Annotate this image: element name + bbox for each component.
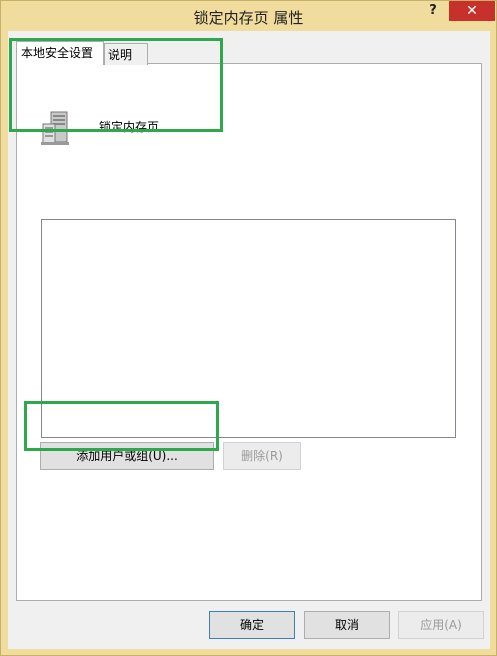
add-user-or-group-button[interactable]: 添加用户或组(U)... bbox=[40, 442, 214, 470]
server-icon bbox=[41, 111, 69, 145]
ok-button[interactable]: 确定 bbox=[209, 611, 295, 639]
tab-explain[interactable]: 说明 bbox=[104, 43, 148, 65]
dialog-client-area: 锁定内存页 添加用户或组(U)... 删除(R) 本地安全设置 说明 确定 取消… bbox=[8, 31, 490, 649]
tab-panel-local-security: 锁定内存页 添加用户或组(U)... 删除(R) bbox=[16, 63, 482, 601]
close-button[interactable]: ✕ bbox=[449, 1, 495, 21]
members-list[interactable] bbox=[41, 219, 456, 438]
cancel-button[interactable]: 取消 bbox=[304, 611, 390, 639]
remove-button[interactable]: 删除(R) bbox=[223, 442, 301, 470]
tab-local-security-setting[interactable]: 本地安全设置 bbox=[16, 41, 104, 65]
apply-button[interactable]: 应用(A) bbox=[398, 611, 484, 639]
properties-dialog: 锁定内存页 属性 ? ✕ 锁定内存页 添加用户或组(U)... 删除(R) 本地… bbox=[0, 0, 497, 656]
policy-name: 锁定内存页 bbox=[99, 120, 160, 134]
help-button[interactable]: ? bbox=[417, 1, 449, 21]
title-bar[interactable]: 锁定内存页 属性 ? ✕ bbox=[1, 1, 496, 31]
